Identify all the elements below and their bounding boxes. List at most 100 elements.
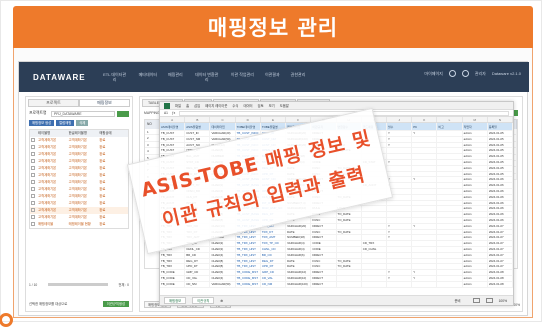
sheet-cell[interactable]: CD_TRX [362,241,387,246]
sheet-cell[interactable]: admin [463,229,488,235]
sheet-cell[interactable] [412,200,438,206]
sheet-cell[interactable]: 2024-01-06 [488,206,513,212]
sheet-cell[interactable] [412,212,438,217]
sheet-cell[interactable]: CD_VAL [261,275,287,281]
ribbon-tab[interactable]: 보기 [269,103,275,108]
sheet-cell[interactable]: REG_DT [185,258,211,264]
sheet-cell[interactable]: 2024-01-06 [488,177,513,183]
sheet-cell[interactable]: TB_CODE [160,275,186,281]
sheet-cell[interactable] [387,281,413,287]
sheet-cell[interactable]: admin [463,270,488,275]
sheet-cell[interactable] [437,229,463,235]
sheet-cell[interactable]: 2024-01-07 [488,229,513,235]
sheet-cell[interactable] [362,281,387,287]
sheet-cell[interactable]: TB_TRX [160,252,186,258]
sheet-cell[interactable]: FUNC [311,217,337,223]
sheet-cell[interactable] [337,270,362,275]
sheet-cell[interactable] [437,264,463,270]
sheet-cell[interactable] [412,252,438,258]
sheet-cell[interactable] [337,281,362,287]
sheet-cell[interactable]: DIRECT [311,252,337,258]
sheet-cell[interactable]: FUNC [311,229,337,235]
nav-item[interactable]: 메타데이터 [139,72,157,82]
sheet-cell[interactable] [362,229,387,235]
add-sheet-icon[interactable]: ⊕ [220,299,223,303]
sheet-cell[interactable] [387,206,413,212]
sheet-cell[interactable]: TB_CUST [160,136,186,142]
sheet-cell[interactable]: DIRECT [311,235,337,241]
sheet-cell[interactable] [412,148,438,154]
sheet-cell[interactable]: TB_TRX_HIST [236,246,261,252]
list-item[interactable]: 고객계좌기본 고객계좌기본 완료 [30,207,128,214]
sheet-cell[interactable] [437,159,463,165]
sheet-cell[interactable]: DIRECT [311,223,337,229]
sheet-cell[interactable]: Y [412,177,438,183]
sheet-cell[interactable]: FUNC [311,264,337,270]
sheet-cell[interactable]: 2024-01-06 [488,217,513,223]
create-mapping-button[interactable]: 매핑정보 생성 [29,120,55,126]
normal-view-icon[interactable] [472,298,480,303]
column-letter[interactable]: K [412,117,438,122]
sheet-cell[interactable] [387,241,413,246]
sheet-cell[interactable]: DATE [286,229,312,235]
sheet-cell[interactable] [437,194,463,200]
sheet-cell[interactable]: DIRECT [311,270,337,275]
sheet-cell[interactable]: Y [387,177,413,183]
column-letter[interactable]: C [210,117,236,122]
sheet-cell[interactable] [387,154,413,159]
sheet-cell[interactable]: VARCHAR(10) [286,270,312,275]
sheet-cell[interactable] [412,159,438,165]
sheet-cell[interactable] [437,246,463,252]
sheet-cell[interactable]: TB_CUST [160,131,186,136]
sheet-cell[interactable] [362,235,387,241]
sheet-cell[interactable] [362,223,387,229]
sheet-cell[interactable]: 2024-01-07 [488,264,513,270]
sheet-cell[interactable] [337,252,362,258]
sheet-cell[interactable] [387,148,413,154]
sheet-cell[interactable] [437,200,463,206]
sheet-cell[interactable] [412,136,438,142]
sheet-cell[interactable]: TB_CODE [160,281,186,287]
sheet-cell[interactable] [362,275,387,281]
sheet-cell[interactable] [437,188,463,194]
nav-item[interactable]: 데이터 변환관리 [194,72,220,82]
sheet-cell[interactable] [337,241,362,246]
column-letter[interactable]: F [286,117,312,122]
sheet-cell[interactable]: admin [463,165,488,171]
sheet-cell[interactable]: 2024-01-06 [488,212,513,217]
sheet-cell[interactable] [437,165,463,171]
list-item[interactable]: 고객계좌기본 고객계좌기본 완료 [30,179,128,186]
cell-reference[interactable]: A1 [164,111,168,115]
sheet-cell[interactable]: 2024-01-05 [488,131,513,136]
sheet-cell[interactable]: REG_DT [261,258,287,264]
sheet-cell[interactable]: TB_TRX_HIST [236,264,261,270]
sheet-cell[interactable]: TRX_DT [261,229,287,235]
user-icon[interactable] [448,70,456,77]
sheet-cell[interactable] [437,177,463,183]
sheet-cell[interactable]: 2024-01-05 [488,171,513,177]
sheet-cell[interactable]: TRX_AMT [261,235,287,241]
sheet-cell[interactable]: CHAR(4) [210,252,236,258]
sheet-cell[interactable] [437,275,463,281]
sheet-cell[interactable] [412,171,438,177]
sheet-cell[interactable]: GRP_CD [185,270,211,275]
sheet-cell[interactable] [412,183,438,188]
sheet-cell[interactable] [362,264,387,270]
sheet-cell[interactable] [337,223,362,229]
sheet-cell[interactable] [362,212,387,217]
sheet-cell[interactable]: TB_TRX_HIST [236,258,261,264]
sheet-cell[interactable]: admin [463,148,488,154]
sheet-cell[interactable]: admin [463,246,488,252]
sheet-cell[interactable] [387,165,413,171]
sheet-cell[interactable] [437,148,463,154]
sheet-cell[interactable]: admin [463,142,488,148]
sheet-cell[interactable]: CD_NM [185,281,211,287]
sheet-cell[interactable] [437,136,463,142]
sheet-cell[interactable] [412,194,438,200]
sheet-cell[interactable]: 2024-01-06 [488,200,513,206]
sheet-cell[interactable]: UPD_DT [261,264,287,270]
sheet-cell[interactable] [437,183,463,188]
sheet-cell[interactable]: CHAR(8) [210,258,236,264]
ribbon-tab[interactable]: 검토 [258,103,264,108]
sheet-cell[interactable]: Y [387,223,413,229]
